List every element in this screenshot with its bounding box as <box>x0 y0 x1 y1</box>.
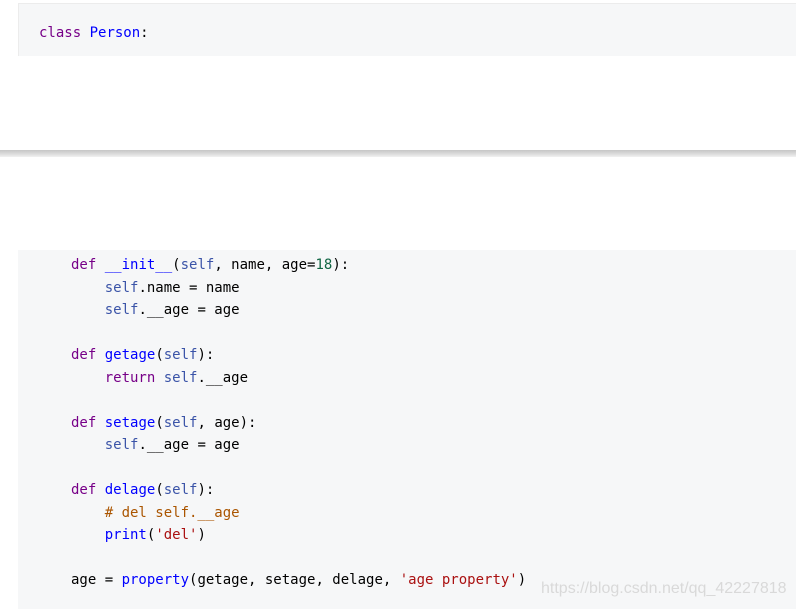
self-ref: self <box>163 414 198 431</box>
punctuation: ): <box>332 257 350 273</box>
self-ref: self <box>163 482 198 498</box>
separator <box>0 150 796 157</box>
punctuation: ): <box>197 482 215 498</box>
page: class Person: def __init__(self, name, a… <box>0 0 796 609</box>
code-line: def __init__(self, name, age=18): <box>71 254 526 277</box>
code-lines: def __init__(self, name, age=18): self.n… <box>71 254 526 592</box>
code-line: def setage(self, age): <box>71 412 526 435</box>
string: 'age property' <box>399 572 518 588</box>
code-block-bottom: def __init__(self, name, age=18): self.n… <box>18 250 796 609</box>
builtin-name: print <box>104 527 147 543</box>
code-line: self.__age = age <box>71 299 526 322</box>
code-text: .__age = age <box>138 437 240 453</box>
punctuation: ( <box>155 414 164 431</box>
arguments: , name, age= <box>214 257 316 273</box>
comment: # del self.__age <box>104 504 240 521</box>
code-line: # del self.__age <box>71 502 526 525</box>
punctuation: ( <box>155 347 164 363</box>
punctuation: ) <box>197 527 206 543</box>
code-block-top: class Person: <box>18 3 796 56</box>
punctuation: ): <box>197 347 215 363</box>
builtin-name: property <box>121 572 190 588</box>
code-line: print('del') <box>71 524 526 547</box>
code-line: def getage(self): <box>71 344 526 367</box>
code-line: def delage(self): <box>71 479 526 502</box>
function-name: delage <box>104 482 156 498</box>
class-name: Person <box>89 25 141 41</box>
code-text: .__age <box>197 369 249 386</box>
punctuation: ) <box>517 572 527 588</box>
code-text: age = <box>71 572 122 588</box>
self-ref: self <box>163 369 198 386</box>
punctuation: ( <box>172 257 181 273</box>
self-ref: self <box>104 302 139 318</box>
self-ref: self <box>104 279 139 296</box>
function-name: setage <box>104 414 156 431</box>
keyword: return <box>104 369 156 386</box>
keyword: def <box>71 414 97 431</box>
code-text: .name = name <box>138 279 240 296</box>
punctuation: ): <box>239 414 257 431</box>
watermark: https://blog.csdn.net/qq_42227818 <box>541 580 787 597</box>
keyword: def <box>71 347 97 363</box>
punctuation: ( <box>155 482 164 498</box>
punctuation: : <box>140 25 149 41</box>
code-text: .__age = age <box>138 302 240 318</box>
code-line: self.__age = age <box>71 434 526 457</box>
code-line: class Person: <box>39 22 149 45</box>
keyword: class <box>39 25 82 41</box>
number: 18 <box>315 257 333 273</box>
keyword: def <box>71 482 97 498</box>
code-line: self.name = name <box>71 277 526 300</box>
code-line: age = property(getage, setage, delage, '… <box>71 569 526 592</box>
string: 'del' <box>155 527 198 543</box>
function-name: getage <box>104 347 156 363</box>
self-ref: self <box>163 347 198 363</box>
function-name: __init__ <box>104 257 173 273</box>
keyword: def <box>71 257 97 273</box>
self-ref: self <box>180 257 215 273</box>
self-ref: self <box>104 437 139 453</box>
code-line: return self.__age <box>71 367 526 390</box>
arguments: , age <box>197 414 240 431</box>
arguments: (getage, setage, delage, <box>189 572 400 588</box>
